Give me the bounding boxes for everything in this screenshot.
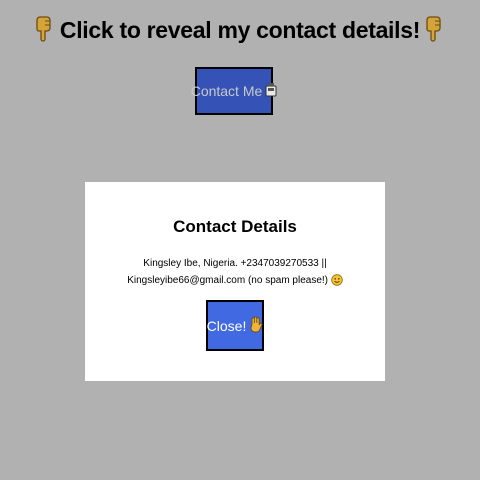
page-title-row: Click to reveal my contact details! (0, 16, 480, 48)
contact-details-text: Kingsley Ibe, Nigeria. +2347039270533 ||… (99, 255, 371, 292)
phone-icon (265, 82, 277, 100)
contact-me-button[interactable]: Contact Me (191, 67, 277, 115)
page-title: Click to reveal my contact details! (59, 17, 421, 43)
contact-details-modal: Contact Details Kingsley Ibe, Nigeria. +… (85, 182, 385, 381)
contact-me-label: Contact Me (190, 83, 263, 99)
pointing-down-hand-icon (36, 16, 54, 48)
close-button-label: Close! (206, 317, 247, 334)
modal-title: Contact Details (173, 217, 297, 236)
smiley-icon (331, 274, 343, 292)
contact-details-body: Kingsley Ibe, Nigeria. +2347039270533 ||… (127, 258, 329, 286)
page: Click to reveal my contact details! Cont… (0, 0, 480, 480)
pointing-down-hand-icon (426, 16, 444, 48)
close-button[interactable]: Close! (206, 300, 264, 351)
waving-hand-icon (249, 315, 263, 336)
